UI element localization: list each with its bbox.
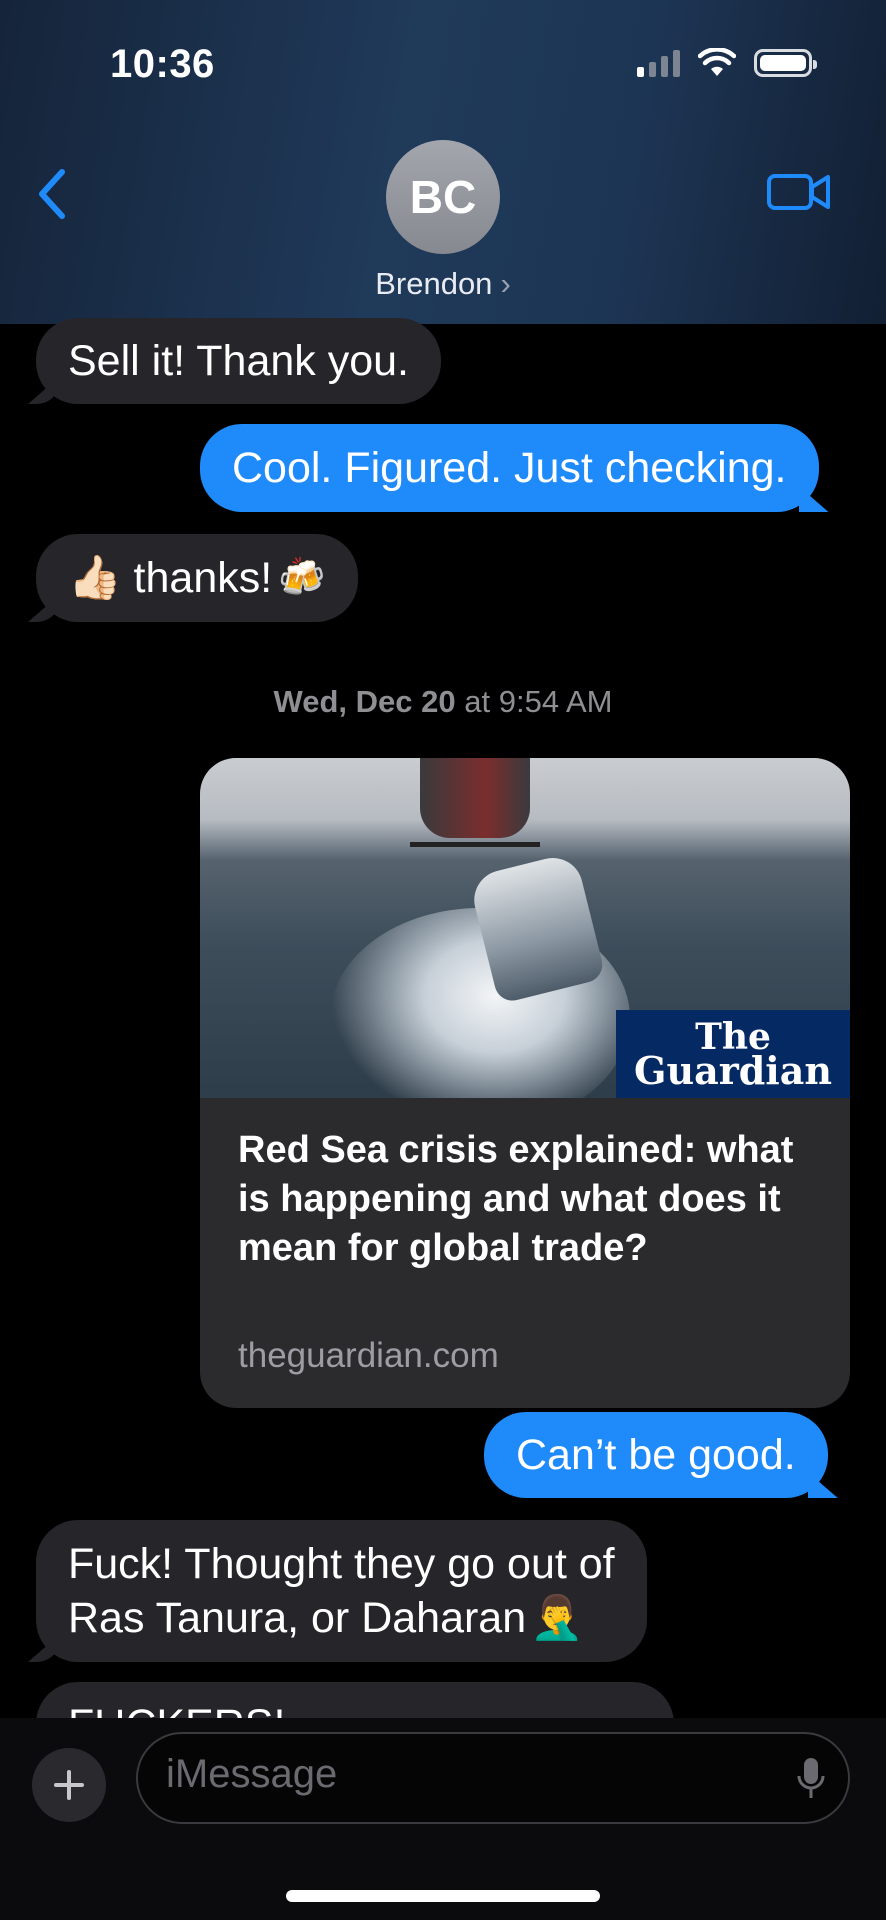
message-bubble-incoming[interactable]: Sell it! Thank you. <box>36 318 441 404</box>
microphone-icon[interactable] <box>796 1756 826 1802</box>
plus-icon <box>54 1770 84 1800</box>
message-input-placeholder: iMessage <box>166 1752 338 1796</box>
conversation-header: 10:36 BC Brendon › <box>0 0 886 324</box>
message-text-line1: Fuck! Thought they go out of <box>68 1540 615 1588</box>
timestamp-at: at <box>464 684 491 719</box>
link-preview-card[interactable]: The Guardian Red Sea crisis explained: w… <box>200 758 850 1408</box>
timestamp-day: Wed, Dec 20 <box>273 684 456 719</box>
contact-name: Brendon <box>375 266 493 301</box>
message-input[interactable]: iMessage <box>136 1732 850 1824</box>
message-bubble-outgoing[interactable]: Can’t be good. <box>484 1412 828 1498</box>
battery-icon <box>754 49 817 77</box>
cellular-signal-icon <box>637 49 680 77</box>
contact-name-button[interactable]: Brendon › <box>0 266 886 302</box>
add-attachment-button[interactable] <box>32 1748 106 1822</box>
message-timestamp: Wed, Dec 20 at 9:54 AM <box>0 684 886 720</box>
thumbs-up-icon: 👍🏻 <box>68 554 122 602</box>
beer-mugs-icon: 🍻 <box>278 557 326 599</box>
message-text: Cool. Figured. Just checking. <box>232 444 787 492</box>
message-text: thanks! <box>133 554 273 602</box>
message-text: Can’t be good. <box>516 1431 796 1479</box>
chevron-right-icon: › <box>500 266 511 301</box>
link-preview-domain: theguardian.com <box>238 1336 499 1375</box>
contact-avatar[interactable]: BC <box>386 140 500 254</box>
link-preview-title: Red Sea crisis explained: what is happen… <box>238 1129 794 1269</box>
facepalm-icon: 🤦‍♂️ <box>530 1594 584 1642</box>
link-preview-image: The Guardian <box>200 758 850 1098</box>
message-text-line2: Ras Tanura, or Daharan <box>68 1594 527 1642</box>
message-bubble-outgoing[interactable]: Cool. Figured. Just checking. <box>200 424 819 512</box>
message-bubble-incoming[interactable]: Fuck! Thought they go out of Ras Tanura,… <box>36 1520 647 1662</box>
home-indicator[interactable] <box>286 1890 600 1902</box>
wifi-icon <box>698 48 736 76</box>
chevron-left-icon[interactable] <box>32 164 72 224</box>
status-time: 10:36 <box>110 42 215 86</box>
video-camera-icon[interactable] <box>766 170 832 214</box>
guardian-logo: The Guardian <box>616 1010 850 1098</box>
message-bubble-incoming[interactable]: 👍🏻 thanks! 🍻 <box>36 534 358 622</box>
status-icons <box>637 48 817 78</box>
timestamp-time: 9:54 AM <box>498 684 613 719</box>
message-text: Sell it! Thank you. <box>68 337 409 385</box>
